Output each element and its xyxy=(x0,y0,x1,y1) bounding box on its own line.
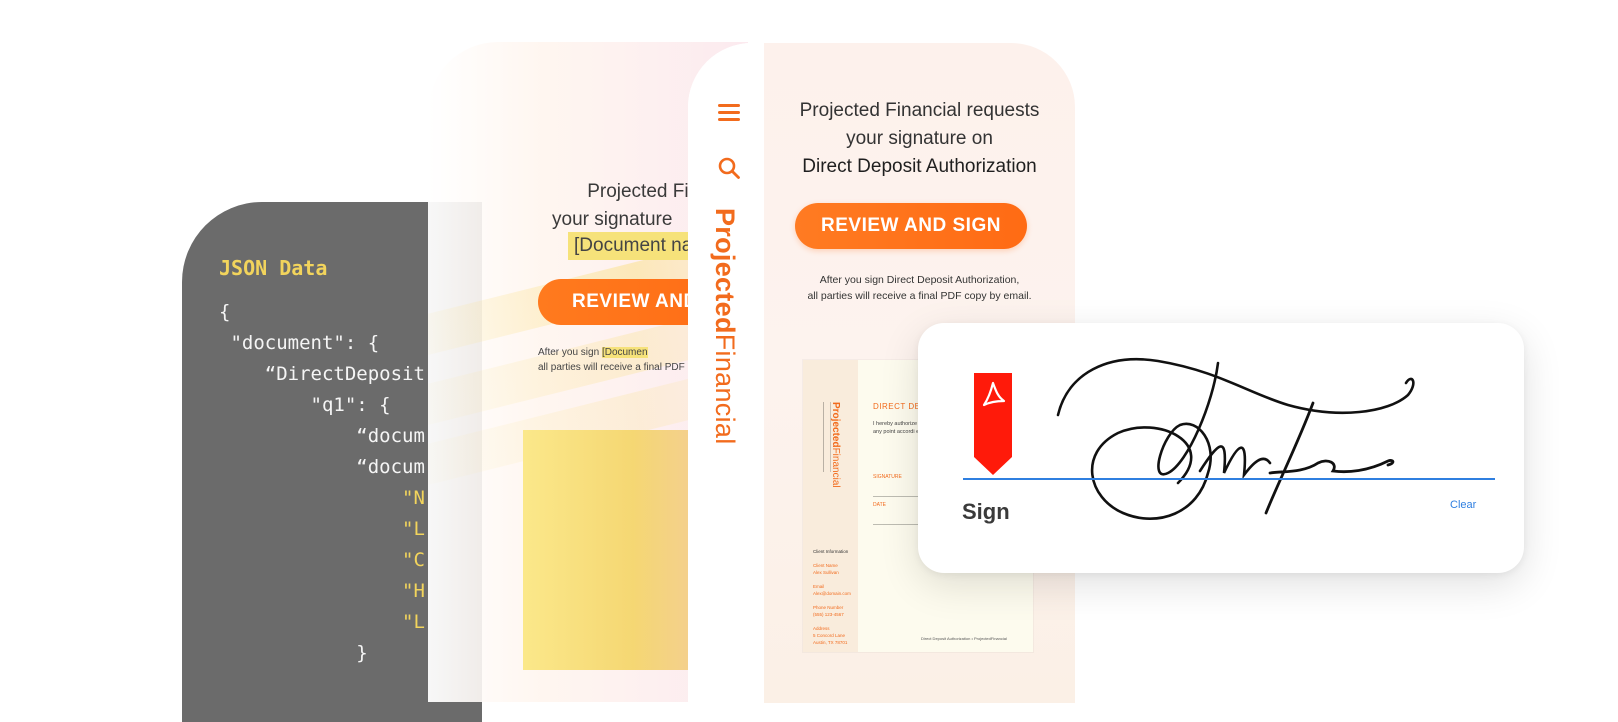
date-field-label: DATE xyxy=(873,502,886,508)
client-information: Client Information Client Name Alex Sull… xyxy=(813,548,851,646)
signature-field-label: SIGNATURE xyxy=(873,474,902,480)
client-address-line2: Austin, TX 78701 xyxy=(813,640,848,645)
client-name-value: Alex Sullivan xyxy=(813,570,839,575)
handwritten-signature xyxy=(1056,358,1415,521)
search-icon[interactable] xyxy=(717,156,741,180)
client-phone-value: (555) 123-4567 xyxy=(813,612,844,617)
ghost-document-placeholder: [Document na xyxy=(568,232,699,260)
after-sign-note-line2: all parties will receive a final PDF cop… xyxy=(807,290,1032,302)
request-line-1: Projected Financial requests xyxy=(799,100,1040,121)
code-line: { xyxy=(219,301,231,323)
client-info-heading: Client Information xyxy=(813,549,849,554)
code-panel-title: JSON Data xyxy=(219,256,328,280)
brand-logo-vertical: ProjectedFinancial xyxy=(709,208,740,445)
document-preview-footer: Direct Deposit Authorization • Projected… xyxy=(921,636,1007,641)
ghost-note-line2: all parties will receive a final PDF xyxy=(538,362,685,373)
ghost-note-mark: [Documen xyxy=(601,347,648,358)
client-address-label: Address xyxy=(813,626,830,631)
code-line: "L xyxy=(219,518,425,540)
brand-logo-light: Financial xyxy=(710,333,740,445)
sign-label: Sign xyxy=(962,499,1010,524)
document-preview-brand-bold: Projected xyxy=(830,402,841,448)
signature-baseline xyxy=(963,478,1495,480)
after-sign-note-line1: After you sign Direct Deposit Authorizat… xyxy=(819,274,1020,286)
signature-request-text: Projected Financial requests your signat… xyxy=(764,97,1075,181)
code-line: } xyxy=(219,642,368,664)
code-line: "q1": { xyxy=(219,394,391,416)
document-preview-brand: ProjectedFinancial xyxy=(830,402,841,488)
review-and-sign-button[interactable]: REVIEW AND SIGN xyxy=(795,203,1027,249)
client-email-value: Alex@domain.com xyxy=(813,591,851,596)
document-name: Direct Deposit Authorization xyxy=(802,156,1037,177)
code-line: "N xyxy=(219,487,425,509)
brand-logo-bold: Projected xyxy=(710,208,740,334)
code-line: "H xyxy=(219,580,425,602)
code-line: "document": { xyxy=(219,332,380,354)
code-line: “DirectDeposit xyxy=(219,363,425,385)
code-line: “docum xyxy=(219,456,425,478)
after-sign-note: After you sign Direct Deposit Authorizat… xyxy=(764,272,1075,304)
client-name-label: Client Name xyxy=(813,563,838,568)
code-line: "L xyxy=(219,611,425,633)
clear-signature-link[interactable]: Clear xyxy=(1450,499,1476,511)
hamburger-menu-icon[interactable] xyxy=(718,104,740,122)
client-phone-label: Phone Number xyxy=(813,605,844,610)
signature-card: Sign Sign Clear xyxy=(918,323,1524,573)
client-email-label: Email xyxy=(813,584,825,589)
code-line: “docum xyxy=(219,425,425,447)
document-preview-sidebar: ProjectedFinancial Client Information Cl… xyxy=(803,360,858,652)
request-line-2: your signature on xyxy=(846,128,993,149)
ghost-note-prefix: After you sign xyxy=(538,347,600,358)
code-line: "C xyxy=(219,549,425,571)
client-address-value: 5 Concord Lane xyxy=(813,633,846,638)
side-rail: ProjectedFinancial xyxy=(688,43,764,703)
document-preview-brand-light: Financial xyxy=(830,447,841,488)
